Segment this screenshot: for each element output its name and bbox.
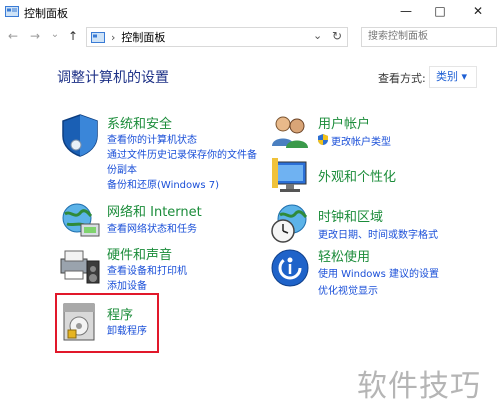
category-title-hardware[interactable]: 硬件和声音: [107, 244, 172, 263]
address-bar[interactable]: › 控制面板 ⌄ ↻: [86, 27, 348, 47]
printer-speaker-icon[interactable]: [57, 243, 103, 287]
maximize-button[interactable]: □: [426, 0, 454, 22]
window-title: 控制面板: [24, 7, 68, 20]
refresh-icon[interactable]: ↻: [332, 29, 342, 43]
view-by-label: 查看方式:: [378, 72, 426, 85]
clock-globe-icon[interactable]: [270, 203, 310, 245]
view-by-dropdown[interactable]: 类别 ▾: [429, 66, 477, 88]
link-view-computer-status[interactable]: 查看你的计算机状态: [107, 131, 197, 146]
category-title-ease-of-access[interactable]: 轻松使用: [318, 246, 370, 265]
page-title: 调整计算机的设置: [57, 70, 169, 86]
link-windows-recommended-settings[interactable]: 使用 Windows 建议的设置: [318, 265, 439, 280]
recent-locations-button[interactable]: ⌄: [48, 29, 62, 40]
link-file-history[interactable]: 通过文件历史记录保存你的文件备: [107, 146, 257, 161]
control-panel-icon: [5, 6, 19, 17]
up-button[interactable]: ↑: [66, 29, 80, 43]
link-optimize-visual-display[interactable]: 优化视觉显示: [318, 282, 378, 297]
forward-button[interactable]: →: [28, 29, 42, 43]
user-accounts-icon[interactable]: [270, 114, 310, 150]
link-devices-printers[interactable]: 查看设备和打印机: [107, 262, 187, 277]
appearance-icon[interactable]: [270, 156, 310, 196]
shield-icon[interactable]: [57, 112, 103, 158]
link-file-history-cont[interactable]: 份副本: [107, 161, 137, 176]
watermark-text: 软件技巧: [357, 369, 481, 404]
search-input[interactable]: 搜索控制面板: [361, 27, 497, 47]
category-title-system-security[interactable]: 系统和安全: [107, 113, 172, 132]
back-button[interactable]: ←: [6, 29, 20, 43]
ease-of-access-icon[interactable]: [270, 248, 310, 288]
link-change-date-time-format[interactable]: 更改日期、时间或数字格式: [318, 226, 438, 241]
minimize-button[interactable]: —: [392, 0, 420, 22]
link-backup-restore[interactable]: 备份和还原(Windows 7): [107, 176, 219, 191]
category-title-appearance[interactable]: 外观和个性化: [318, 166, 396, 185]
category-title-clock-region[interactable]: 时钟和区域: [318, 206, 383, 225]
link-add-device[interactable]: 添加设备: [107, 277, 147, 292]
category-title-network[interactable]: 网络和 Internet: [107, 201, 202, 220]
address-dropdown-icon[interactable]: ⌄: [313, 29, 322, 42]
link-network-status[interactable]: 查看网络状态和任务: [107, 220, 197, 235]
highlight-box: [55, 293, 159, 353]
address-path: 控制面板: [121, 31, 166, 44]
category-title-user-accounts[interactable]: 用户帐户: [318, 113, 370, 132]
close-button[interactable]: ✕: [464, 0, 492, 22]
link-change-account-type[interactable]: 更改帐户类型: [331, 133, 391, 148]
navigation-bar: ← → ⌄ ↑ › 控制面板 ⌄ ↻ 搜索控制面板: [0, 26, 500, 48]
uac-shield-icon: [318, 134, 328, 145]
breadcrumb-chevron-icon: ›: [111, 30, 116, 44]
title-bar: 控制面板 — □ ✕: [0, 0, 500, 24]
control-panel-icon: [91, 31, 105, 43]
network-globe-icon[interactable]: [57, 200, 103, 240]
